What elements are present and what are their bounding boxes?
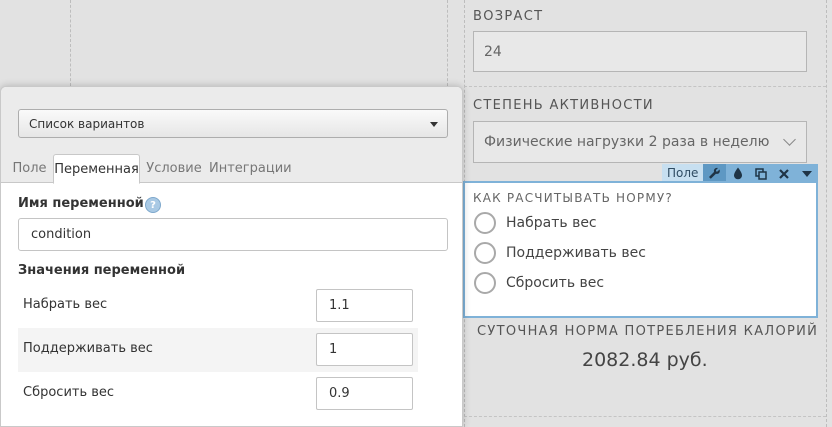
variable-values-label: Значения переменной [18, 263, 186, 278]
column-divider [447, 0, 448, 86]
radio-option[interactable]: Сбросить вес [474, 272, 604, 294]
activity-value: Физические нагрузки 2 раза в неделю [484, 134, 770, 150]
option-value-input[interactable]: 0.9 [316, 377, 413, 410]
option-value: 1 [329, 342, 338, 357]
option-value-input[interactable]: 1 [316, 333, 413, 366]
radio-button[interactable] [474, 212, 496, 234]
tab-field[interactable]: Поле [9, 154, 50, 184]
radio-label: Набрать вес [506, 215, 597, 231]
activity-label: СТЕПЕНЬ АКТИВНОСТИ [473, 98, 654, 113]
age-label: ВОЗРАСТ [473, 9, 544, 24]
result-value: 2082.84 руб. [582, 349, 708, 371]
radio-question: КАК РАСЧИТЫВАТЬ НОРМУ? [473, 191, 673, 205]
column-divider [826, 0, 827, 427]
tab-variable[interactable]: Переменная [53, 154, 140, 184]
field-type-value: Список вариантов [29, 116, 145, 131]
age-value: 24 [484, 43, 502, 60]
variable-value-row: Сбросить вес 0.9 [18, 372, 418, 416]
row-divider [464, 416, 826, 417]
selected-radio-field[interactable]: КАК РАСЧИТЫВАТЬ НОРМУ? Набрать вес Подде… [463, 181, 818, 318]
column-divider [70, 0, 71, 86]
option-value: 0.9 [329, 386, 350, 401]
chevron-down-icon [783, 133, 796, 146]
tab-integrations[interactable]: Интеграции [209, 154, 292, 184]
radio-button[interactable] [474, 272, 496, 294]
variable-name-value: condition [31, 227, 92, 242]
radio-option[interactable]: Набрать вес [474, 212, 597, 234]
radio-button[interactable] [474, 242, 496, 264]
result-title: СУТОЧНАЯ НОРМА ПОТРЕБЛЕНИЯ КАЛОРИЙ [477, 324, 819, 339]
help-icon[interactable]: ? [145, 197, 161, 213]
row-divider [464, 86, 826, 87]
option-value: 1.1 [329, 298, 350, 313]
field-type-select[interactable]: Список вариантов [18, 109, 448, 138]
activity-select[interactable]: Физические нагрузки 2 раза в неделю [473, 121, 807, 163]
caret-down-icon [430, 122, 438, 127]
variable-value-row: Набрать вес 1.1 [18, 284, 418, 328]
variable-name-input[interactable]: condition [18, 218, 448, 251]
radio-label: Поддерживать вес [506, 245, 646, 261]
tab-condition[interactable]: Условие [144, 154, 204, 184]
option-value-input[interactable]: 1.1 [316, 289, 413, 322]
age-input[interactable]: 24 [473, 31, 807, 72]
panel-header: Список вариантов Поле Переменная Условие… [1, 87, 462, 184]
variable-name-label: Имя переменной [18, 196, 144, 211]
option-name: Сбросить вес [23, 385, 115, 400]
radio-label: Сбросить вес [506, 275, 605, 291]
variable-value-row: Поддерживать вес 1 [18, 328, 418, 372]
option-name: Набрать вес [23, 297, 108, 312]
radio-option[interactable]: Поддерживать вес [474, 242, 646, 264]
option-name: Поддерживать вес [23, 341, 153, 356]
field-properties-panel: Список вариантов Поле Переменная Условие… [0, 86, 463, 427]
